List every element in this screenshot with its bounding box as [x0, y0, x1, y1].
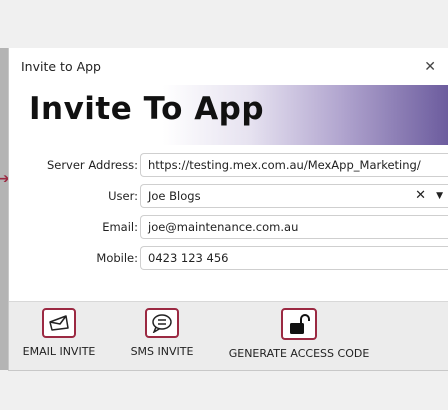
header-banner: Invite To App — [9, 85, 448, 145]
generate-access-code-button[interactable]: GENERATE ACCESS CODE — [219, 302, 379, 370]
invite-to-app-dialog: Invite to App ✕ Invite To App Server Add… — [8, 48, 448, 370]
page-title: Invite To App — [29, 91, 265, 127]
email-label: Email: — [102, 220, 138, 234]
server-address-row: Server Address: https://testing.mex.com.… — [9, 151, 448, 182]
invite-form: Server Address: https://testing.mex.com.… — [9, 145, 448, 275]
email-invite-button[interactable]: EMAIL INVITE — [11, 302, 107, 370]
clear-icon[interactable]: ✕ — [410, 185, 431, 207]
email-field[interactable]: joe@maintenance.com.au — [140, 215, 448, 239]
email-row: Email: joe@maintenance.com.au — [9, 213, 448, 244]
dialog-bottom-border — [8, 370, 448, 371]
mobile-field[interactable]: 0423 123 456 — [140, 246, 448, 270]
dropdown-arrow-icon[interactable]: ▼ — [431, 185, 448, 207]
envelope-icon — [42, 308, 76, 338]
server-address-label: Server Address: — [46, 158, 138, 172]
server-address-field[interactable]: https://testing.mex.com.au/MexApp_Market… — [140, 153, 448, 177]
close-icon[interactable]: ✕ — [424, 59, 436, 75]
chat-bubble-icon — [145, 308, 179, 338]
window-title: Invite to App — [21, 59, 101, 74]
mobile-label: Mobile: — [96, 251, 138, 265]
generate-access-code-label: GENERATE ACCESS CODE — [228, 347, 370, 360]
unlock-icon — [281, 308, 317, 340]
user-row: User: Joe Blogs ✕ ▼ — [9, 182, 448, 213]
dialog-titlebar: Invite to App ✕ — [9, 48, 448, 85]
user-select[interactable]: Joe Blogs ✕ ▼ — [140, 184, 448, 208]
user-value: Joe Blogs — [148, 189, 201, 203]
email-invite-label: EMAIL INVITE — [22, 345, 96, 358]
user-label: User: — [108, 189, 138, 203]
mobile-row: Mobile: 0423 123 456 — [9, 244, 448, 275]
background-window-edge — [0, 48, 8, 370]
sms-invite-label: SMS INVITE — [130, 345, 194, 358]
action-toolbar: EMAIL INVITE SMS INVITE GENERATE ACCESS … — [9, 302, 448, 370]
sms-invite-button[interactable]: SMS INVITE — [117, 302, 207, 370]
arrow-icon: ➔ — [0, 171, 10, 187]
